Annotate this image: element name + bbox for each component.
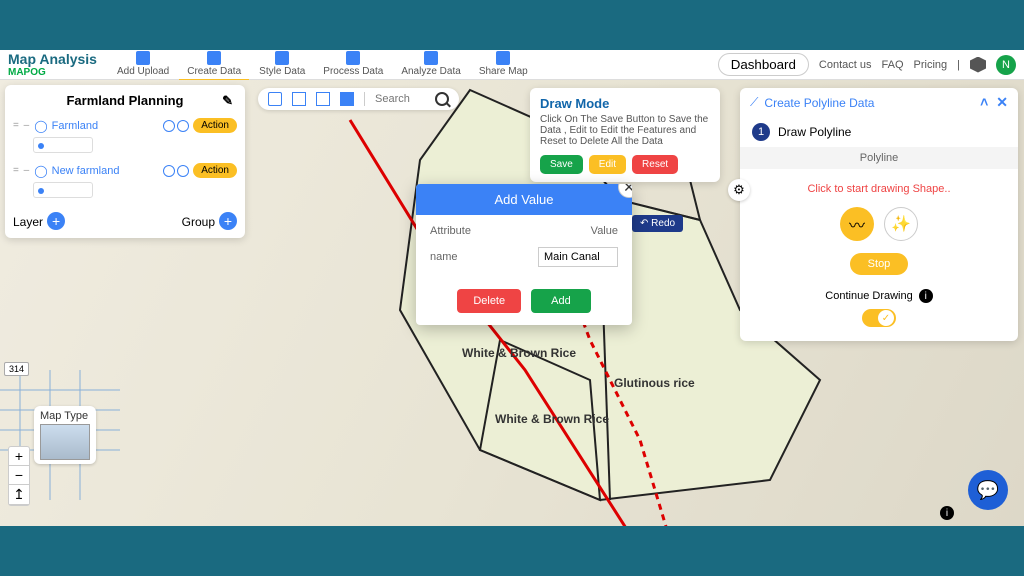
layer-link[interactable]: Farmland — [52, 120, 160, 132]
draw-mode-text: Click On The Save Button to Save the Dat… — [540, 114, 710, 147]
info-icon[interactable]: i — [919, 289, 933, 303]
draw-edit-button[interactable]: Edit — [589, 155, 626, 174]
process-icon — [346, 51, 360, 65]
draw-mode-title: Draw Mode — [540, 96, 710, 111]
collapse-icon[interactable]: ˄ — [980, 94, 988, 111]
col-attribute-label: Attribute — [430, 225, 471, 237]
analyze-icon — [424, 51, 438, 65]
visibility-icon[interactable] — [177, 120, 189, 132]
top-menu-bar: Map Analysis MAPOG Add Upload Create Dat… — [0, 50, 1024, 80]
settings-icon[interactable]: ⚙ — [728, 179, 750, 201]
layer-row: = – ◯ New farmland Action — [13, 163, 237, 178]
layers-panel: Farmland Planning ✎ = – ◯ Farmland Actio… — [5, 85, 245, 238]
draw-hint: Click to start drawing Shape.. — [754, 183, 1004, 195]
continue-drawing-toggle[interactable] — [862, 309, 896, 327]
north-arrow-icon[interactable]: ↥ — [9, 485, 29, 505]
menu-share-map[interactable]: Share Map — [471, 49, 536, 81]
zoom-out-button[interactable]: − — [9, 466, 29, 485]
step-badge: 1 — [752, 123, 770, 141]
user-avatar[interactable]: N — [996, 55, 1016, 75]
menu-create-data[interactable]: Create Data — [179, 49, 249, 81]
measure-icon[interactable] — [316, 92, 330, 106]
col-value-label: Value — [591, 225, 618, 237]
value-input[interactable] — [538, 247, 618, 267]
menu-analyze-data[interactable]: Analyze Data — [393, 49, 468, 81]
parcel-label-1: White & Brown Rice — [462, 346, 576, 360]
comment-icon[interactable] — [340, 92, 354, 106]
stop-drawing-button[interactable]: Stop — [850, 253, 909, 275]
circle-icon: ◯ — [34, 119, 47, 133]
pricing-link[interactable]: Pricing — [914, 59, 948, 71]
step-label: Draw Polyline — [778, 125, 851, 139]
draw-save-button[interactable]: Save — [540, 155, 583, 174]
drag-handle-icon[interactable]: = – — [13, 120, 30, 131]
modal-delete-button[interactable]: Delete — [457, 289, 521, 313]
add-group-button[interactable]: + — [219, 212, 237, 230]
pencil-icon[interactable]: ✎ — [222, 93, 233, 109]
zoom-in-button[interactable]: + — [9, 447, 29, 466]
apps-icon[interactable] — [970, 57, 986, 73]
polyline-subheading: Polyline — [740, 147, 1018, 169]
contact-link[interactable]: Contact us — [819, 59, 872, 71]
map-toolbar — [258, 88, 459, 110]
menu-add-upload[interactable]: Add Upload — [109, 49, 177, 81]
zoom-controls: + − ↥ — [8, 446, 30, 506]
create-polyline-panel: ⟋ Create Polyline Data ˄ ✕ 1 Draw Polyli… — [740, 88, 1018, 341]
zoom-to-icon[interactable] — [163, 165, 175, 177]
road-badge: 314 — [4, 362, 29, 376]
menu-process-data[interactable]: Process Data — [315, 49, 391, 81]
pin-icon — [207, 51, 221, 65]
style-icon — [275, 51, 289, 65]
attribute-name: name — [430, 251, 458, 263]
magic-tool-button[interactable]: ✨ — [884, 207, 918, 241]
layer-link[interactable]: New farmland — [52, 165, 160, 177]
layer-action-chip[interactable]: Action — [193, 118, 237, 133]
layer-action-chip[interactable]: Action — [193, 163, 237, 178]
parcel-label-2: White & Brown Rice — [495, 412, 609, 426]
draw-mode-panel: Draw Mode Click On The Save Button to Sa… — [530, 88, 720, 182]
add-group-label: Group+ — [182, 212, 237, 230]
add-value-modal: Add Value ✕ Attribute Value name Delete … — [416, 184, 632, 325]
parcel-label-3: Glutinous rice — [614, 376, 695, 390]
share-icon — [496, 51, 510, 65]
logo: Map Analysis MAPOG — [8, 51, 101, 78]
faq-link[interactable]: FAQ — [882, 59, 904, 71]
map-type-selector[interactable]: Map Type — [34, 406, 96, 464]
search-icon[interactable] — [435, 92, 449, 106]
zoom-to-icon[interactable] — [163, 120, 175, 132]
basemap-thumbnail — [40, 424, 90, 460]
polyline-icon: ⟋ — [750, 95, 758, 110]
style-swatch[interactable] — [33, 182, 93, 198]
polyline-title: Create Polyline Data — [764, 96, 874, 110]
dashboard-button[interactable]: Dashboard — [718, 53, 809, 76]
app-frame: Map Analysis MAPOG Add Upload Create Dat… — [0, 50, 1024, 526]
modal-close-button[interactable]: ✕ — [618, 184, 632, 198]
style-swatch[interactable] — [33, 137, 93, 153]
close-icon[interactable]: ✕ — [996, 94, 1008, 111]
modal-header: Add Value ✕ — [416, 184, 632, 215]
print-icon[interactable] — [292, 92, 306, 106]
map-canvas[interactable]: White & Brown Rice White & Brown Rice Gl… — [0, 80, 1024, 526]
modal-add-button[interactable]: Add — [531, 289, 591, 313]
main-menu: Add Upload Create Data Style Data Proces… — [109, 49, 536, 81]
polyline-tool-button[interactable]: 〰 — [840, 207, 874, 241]
add-layer-label: Layer+ — [13, 212, 65, 230]
drag-handle-icon[interactable]: = – — [13, 165, 30, 176]
menu-style-data[interactable]: Style Data — [251, 49, 313, 81]
redo-button[interactable]: ↶ Redo — [632, 215, 683, 232]
panel-title: Farmland Planning ✎ — [13, 93, 237, 108]
fullscreen-icon[interactable] — [268, 92, 282, 106]
add-layer-button[interactable]: + — [47, 212, 65, 230]
continue-drawing-label: Continue Drawing — [825, 290, 912, 302]
attribution-icon[interactable]: i — [940, 506, 954, 520]
circle-icon: ◯ — [34, 164, 47, 178]
chat-fab[interactable]: 💬 — [968, 470, 1008, 510]
layer-row: = – ◯ Farmland Action — [13, 118, 237, 133]
map-search-input[interactable] — [375, 93, 425, 105]
upload-icon — [136, 51, 150, 65]
draw-reset-button[interactable]: Reset — [632, 155, 678, 174]
visibility-icon[interactable] — [177, 165, 189, 177]
